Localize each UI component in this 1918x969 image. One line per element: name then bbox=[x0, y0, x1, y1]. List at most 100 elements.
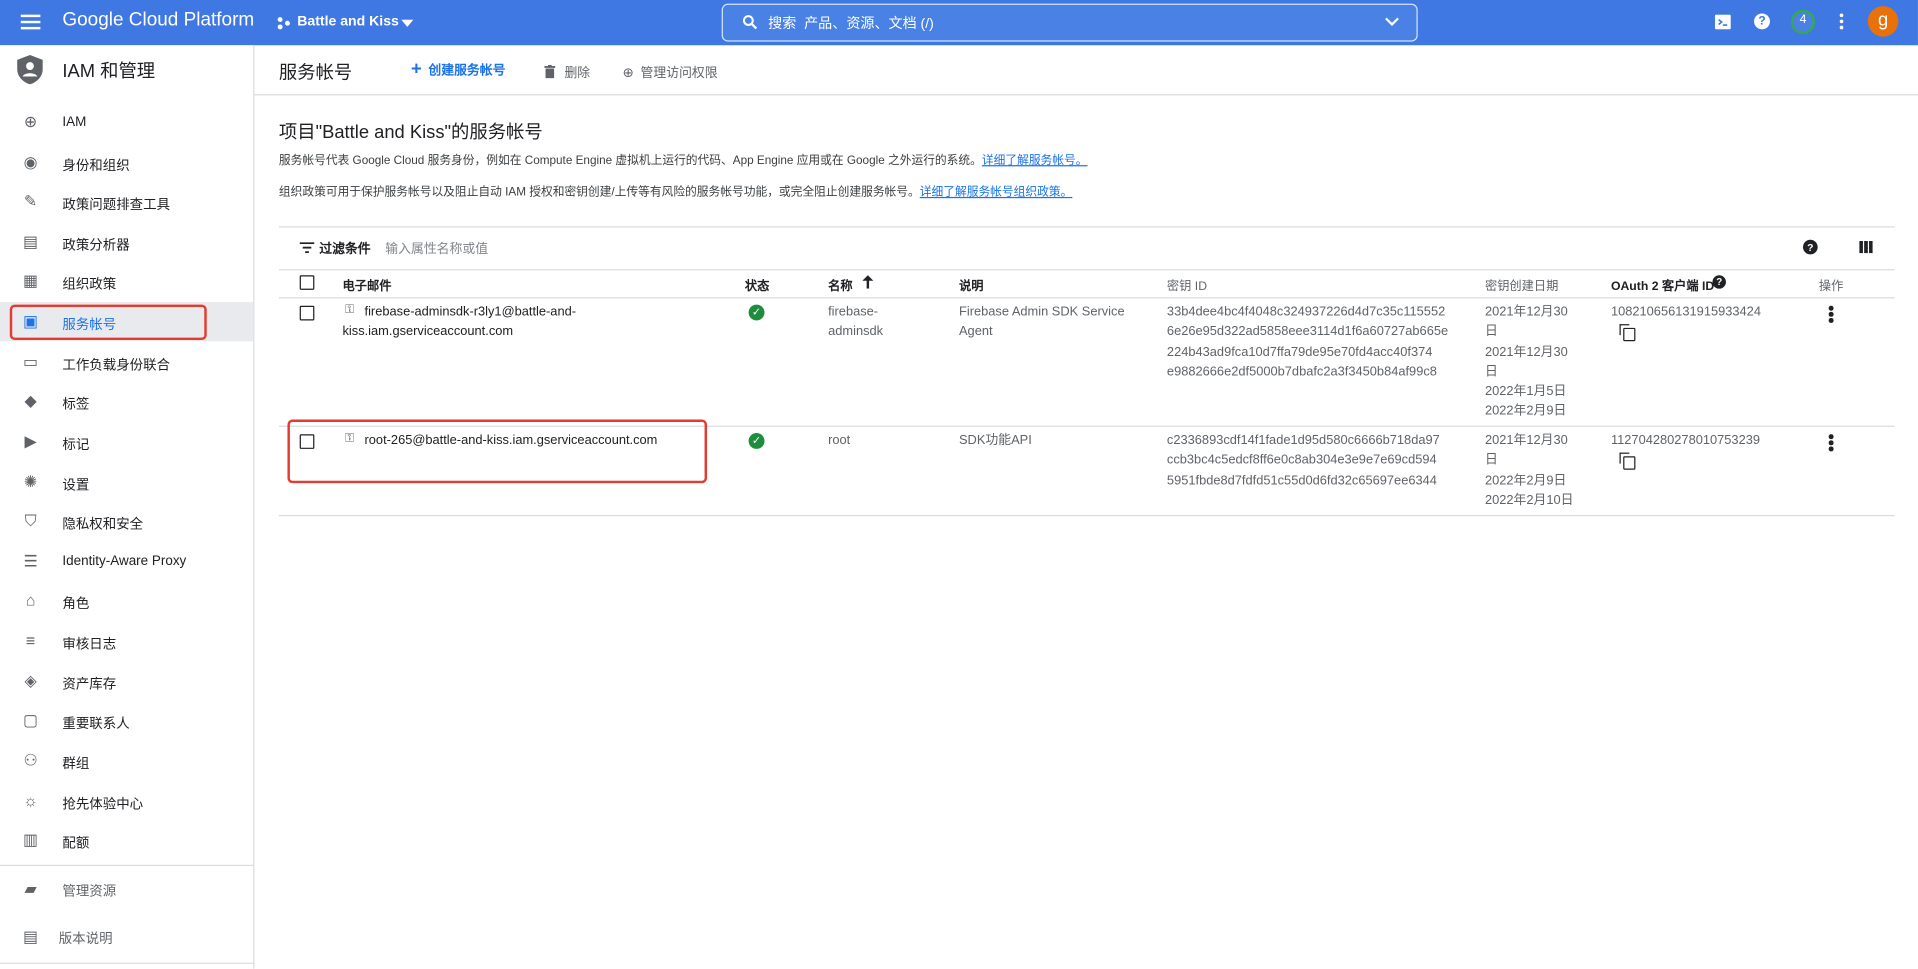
column-header-oauth[interactable]: OAuth 2 客户端 ID bbox=[1611, 275, 1714, 293]
quota-icon: ▥ bbox=[23, 830, 39, 849]
brand-title[interactable]: Google Cloud Platform bbox=[62, 10, 254, 32]
manage-access-button[interactable]: ⊕ 管理访问权限 bbox=[623, 61, 718, 81]
oauth-client-id: 112704280278010753239 bbox=[1610, 433, 1761, 448]
column-display-icon[interactable] bbox=[1859, 240, 1873, 254]
copy-icon[interactable] bbox=[1619, 324, 1636, 342]
key-id-line: c2336893cdf14f1fade1d95d580c6666b718da97 bbox=[1166, 433, 1440, 448]
sidebar-item-release-notes[interactable]: ▤ 版本说明 bbox=[0, 919, 253, 956]
org-policy-link[interactable]: 详细了解服务帐号组织政策。 bbox=[920, 186, 1073, 199]
sidebar-item-iap[interactable]: ☰ Identity-Aware Proxy bbox=[0, 542, 253, 581]
more-vert-icon[interactable] bbox=[1828, 305, 1834, 325]
filter-input[interactable]: 输入属性名称或值 bbox=[385, 240, 488, 258]
iam-shield-icon bbox=[17, 55, 43, 85]
learn-more-link[interactable]: 详细了解服务帐号。 bbox=[982, 154, 1088, 167]
sidebar-item-label: IAM bbox=[62, 114, 87, 130]
email-line[interactable]: firebase-adminsdk-r3ly1@battle-and- bbox=[365, 302, 576, 322]
filter-icon[interactable] bbox=[299, 242, 315, 254]
sidebar-item-tags[interactable]: ◆ 标签 bbox=[0, 382, 253, 421]
sidebar-item-label: 身份和组织 bbox=[62, 159, 130, 174]
sidebar-item-label: 隐私权和安全 bbox=[62, 517, 144, 533]
person-add-icon: ⊕ bbox=[23, 112, 38, 131]
chevron-down-icon[interactable] bbox=[1385, 17, 1400, 27]
label-icon: ▶ bbox=[24, 431, 37, 451]
sidebar-item-workload-identity[interactable]: ▭ 工作负载身份联合 bbox=[0, 342, 253, 381]
sidebar-item-roles[interactable]: ⌂ 角色 bbox=[0, 581, 253, 620]
row-checkbox[interactable] bbox=[299, 305, 315, 321]
key-date-line: 日 bbox=[1484, 364, 1498, 380]
sort-arrow-up-icon[interactable] bbox=[862, 275, 874, 289]
lines-icon: ≡ bbox=[25, 631, 36, 650]
key-id-line: 5951fbde8d7fdfd51c55d0d6fd32c65697ee6344 bbox=[1166, 473, 1437, 489]
search-input[interactable]: 搜索 产品、资源、文档 (/) bbox=[768, 13, 934, 33]
avatar-letter: g bbox=[1878, 9, 1889, 31]
column-header-key-date[interactable]: 密钥创建日期 bbox=[1485, 275, 1558, 293]
create-service-account-button[interactable]: + 创建服务帐号 bbox=[411, 59, 505, 81]
sidebar-item-quotas[interactable]: ▥ 配额 bbox=[0, 821, 253, 860]
search-bar[interactable]: 搜索 产品、资源、文档 (/) bbox=[721, 3, 1418, 42]
trash-icon bbox=[544, 64, 556, 79]
sidebar-item-privacy-security[interactable]: ⛉ 隐私权和安全 bbox=[0, 502, 253, 541]
description-2: 组织政策可用于保护服务帐号以及阻止自动 IAM 授权和密钥创建/上传等有风险的服… bbox=[279, 182, 1072, 199]
oauth-help-icon[interactable]: ? bbox=[1712, 275, 1726, 289]
project-selector[interactable]: Battle and Kiss bbox=[276, 12, 420, 34]
page-title: 服务帐号 bbox=[278, 62, 353, 84]
sidebar-item-early-access[interactable]: ☼ 抢先体验中心 bbox=[0, 782, 253, 821]
key-date-line: 2022年2月9日 bbox=[1484, 403, 1567, 419]
avatar[interactable]: g bbox=[1867, 6, 1899, 37]
sidebar-item-groups[interactable]: ⚇ 群组 bbox=[0, 741, 253, 780]
key-date-line: 2021年12月30 bbox=[1484, 304, 1568, 320]
sidebar-item-policy-analyzer[interactable]: ▤ 政策分析器 bbox=[0, 223, 253, 262]
tag-icon: ◆ bbox=[24, 391, 37, 410]
sidebar-item-label: 组织政策 bbox=[62, 277, 117, 293]
select-all-checkbox[interactable] bbox=[299, 275, 315, 290]
sidebar-item-asset-inventory[interactable]: ◈ 资产库存 bbox=[0, 662, 253, 701]
menu-icon[interactable] bbox=[20, 13, 41, 30]
sidebar-item-audit-logs[interactable]: ≡ 审核日志 bbox=[0, 621, 253, 660]
oauth-client-id: 108210656131915933424 bbox=[1610, 304, 1761, 320]
plus-icon: + bbox=[410, 58, 422, 80]
sidebar-item-label: 工作负载身份联合 bbox=[62, 358, 171, 374]
column-header-description[interactable]: 说明 bbox=[959, 275, 983, 293]
sidebar-item-iam[interactable]: ⊕ IAM bbox=[0, 103, 253, 142]
cloud-shell-icon[interactable] bbox=[1714, 14, 1731, 30]
id-card-icon: ▭ bbox=[23, 352, 39, 371]
status-ok-icon: ✓ bbox=[748, 433, 765, 449]
more-vert-icon[interactable] bbox=[1828, 434, 1834, 453]
sidebar-item-label: 标记 bbox=[62, 437, 90, 453]
hat-icon: ⌂ bbox=[25, 590, 36, 610]
description-text: 组织政策可用于保护服务帐号以及阻止自动 IAM 授权和密钥创建/上传等有风险的服… bbox=[278, 185, 920, 200]
description-1: 服务帐号代表 Google Cloud 服务身份，例如在 Compute Eng… bbox=[279, 150, 1088, 167]
more-vert-icon[interactable] bbox=[1839, 13, 1844, 30]
contact-icon: ▢ bbox=[23, 710, 39, 730]
table-header-row: 电子邮件 状态 名称 说明 密钥 ID 密钥创建日期 OAuth 2 客户端 I… bbox=[278, 268, 1895, 299]
delete-button[interactable]: 删除 bbox=[544, 61, 590, 81]
sidebar-item-settings[interactable]: ✺ 设置 bbox=[0, 462, 253, 501]
gear-icon: ✺ bbox=[23, 472, 38, 491]
shield-icon: ⛉ bbox=[24, 511, 37, 530]
sidebar-item-essential-contacts[interactable]: ▢ 重要联系人 bbox=[0, 701, 253, 740]
column-header-actions: 操作 bbox=[1818, 280, 1844, 294]
copy-icon[interactable] bbox=[1619, 452, 1636, 470]
table-help-icon[interactable]: ? bbox=[1802, 239, 1818, 255]
list-icon: ☰ bbox=[23, 551, 38, 571]
column-header-key-id[interactable]: 密钥 ID bbox=[1167, 275, 1207, 293]
sidebar-item-manage-resources[interactable]: ▰ 管理资源 bbox=[0, 870, 253, 907]
sidebar-item-label: 政策分析器 bbox=[62, 238, 130, 254]
filter-label[interactable]: 过滤条件 bbox=[319, 240, 370, 258]
sidebar-item-org-policies[interactable]: ▦ 组织政策 bbox=[0, 262, 253, 301]
sidebar-item-troubleshooter[interactable]: ✎ 政策问题排查工具 bbox=[0, 182, 253, 221]
account-circle-icon: ◉ bbox=[23, 152, 38, 172]
sidebar-item-identity-org[interactable]: ◉ 身份和组织 bbox=[0, 143, 253, 182]
sidebar-item-label: 标签 bbox=[62, 397, 90, 413]
sidebar-item-labels[interactable]: ▶ 标记 bbox=[0, 422, 253, 461]
group-icon: ⚇ bbox=[23, 751, 38, 770]
column-header-name[interactable]: 名称 bbox=[828, 275, 852, 293]
email-line[interactable]: kiss.iam.gserviceaccount.com bbox=[342, 322, 513, 342]
notifications-badge[interactable]: 4 bbox=[1790, 9, 1816, 35]
sidebar-item-label: 角色 bbox=[62, 596, 90, 612]
column-header-status[interactable]: 状态 bbox=[745, 275, 769, 293]
main-heading: 项目"Battle and Kiss"的服务帐号 bbox=[278, 122, 543, 144]
sun-icon: ☼ bbox=[23, 791, 38, 810]
help-icon[interactable]: ? bbox=[1754, 13, 1770, 30]
column-header-email[interactable]: 电子邮件 bbox=[342, 275, 391, 293]
